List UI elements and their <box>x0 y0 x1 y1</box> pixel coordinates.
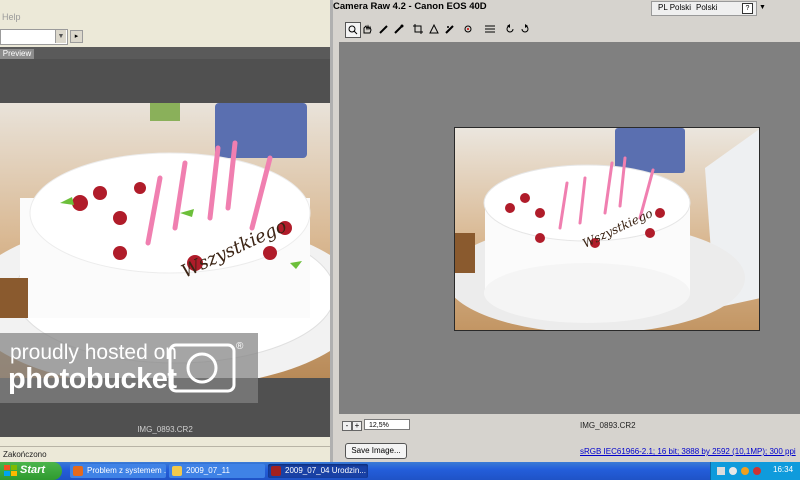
network-icon[interactable] <box>717 467 725 475</box>
photobucket-watermark: proudly hosted on photobucket ® <box>0 333 258 403</box>
zoom-tool-icon[interactable] <box>345 22 361 38</box>
straighten-tool-icon[interactable] <box>427 22 441 36</box>
preferences-icon[interactable] <box>483 22 497 36</box>
chevron-down-icon[interactable]: ▼ <box>758 1 767 14</box>
watermark-line2: photobucket <box>8 363 177 395</box>
rotate-cw-icon[interactable] <box>518 22 532 36</box>
red-eye-tool-icon[interactable] <box>461 22 475 36</box>
watermark-line1: proudly hosted on <box>10 341 177 364</box>
volume-icon[interactable] <box>729 467 737 475</box>
crop-tool-icon[interactable] <box>411 22 425 36</box>
zoom-out-button[interactable]: - <box>342 421 352 431</box>
rotate-ccw-icon[interactable] <box>503 22 517 36</box>
watermark-registered: ® <box>236 341 244 352</box>
taskbar-item-label: Problem z systemem ... <box>87 466 166 475</box>
color-sampler-tool-icon[interactable] <box>392 22 406 36</box>
go-button[interactable]: ▸ <box>70 30 83 43</box>
windows-logo-icon <box>4 465 17 476</box>
antivirus-icon[interactable] <box>753 467 761 475</box>
image-filename: IMG_0893.CR2 <box>580 421 636 430</box>
language-code[interactable]: PL Polski <box>658 3 691 12</box>
system-tray: 16:34 <box>710 462 800 480</box>
window-title: Camera Raw 4.2 - Canon EOS 40D <box>333 1 487 12</box>
taskbar-item-label: 2009_07_04 Urodzin... <box>285 466 366 475</box>
hand-tool-icon[interactable] <box>360 22 374 36</box>
workflow-options-link[interactable]: sRGB IEC61966-2.1; 16 bit; 3888 by 2592 … <box>580 447 796 456</box>
taskbar-item-active[interactable]: 2009_07_04 Urodzin... <box>268 464 368 478</box>
taskbar-item-label: 2009_07_11 <box>186 466 230 475</box>
image-caption: IMG_0893.CR2 <box>137 425 193 434</box>
start-label: Start <box>20 464 46 476</box>
menu-help[interactable]: Help <box>2 12 21 22</box>
taskbar-item[interactable]: 2009_07_11 <box>169 464 265 478</box>
language-bar[interactable]: PL Polski Polski ? <box>651 1 757 16</box>
white-balance-tool-icon[interactable] <box>377 22 391 36</box>
firefox-icon <box>73 466 83 476</box>
tab-preview[interactable]: Preview <box>0 49 34 59</box>
taskbar-item[interactable]: Problem z systemem ... <box>70 464 166 478</box>
keyboard-layout[interactable]: Polski <box>696 3 717 12</box>
raw-preview-image: Wszystkiego <box>454 127 760 331</box>
start-button[interactable]: Start <box>0 462 62 480</box>
zoom-in-button[interactable]: + <box>352 421 362 431</box>
status-text: Zakończono <box>3 450 47 459</box>
title-bar: Camera Raw 4.2 - Canon EOS 40D PL Polski… <box>333 0 800 16</box>
chevron-down-icon[interactable]: ▼ <box>55 30 66 43</box>
zoom-level-select[interactable]: 12,5% <box>364 419 410 430</box>
retouch-tool-icon[interactable] <box>443 22 457 36</box>
help-icon[interactable]: ? <box>742 3 753 14</box>
camera-icon <box>168 343 236 393</box>
panel-tabstrip <box>0 47 330 59</box>
clock[interactable]: 16:34 <box>773 465 793 474</box>
bridge-icon <box>271 466 281 476</box>
menu-bar: Help <box>0 0 330 26</box>
update-icon[interactable] <box>741 467 749 475</box>
folder-icon <box>172 466 182 476</box>
save-image-button[interactable]: Save Image... <box>345 443 407 459</box>
status-bar: Zakończono <box>0 446 330 463</box>
